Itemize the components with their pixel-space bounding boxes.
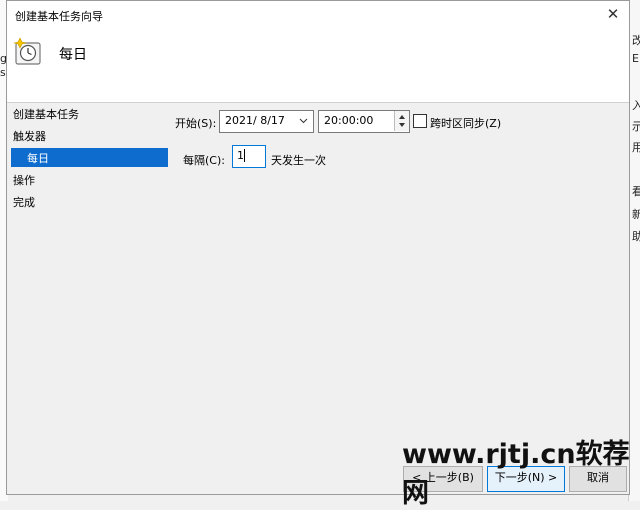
- recur-days-value: 1: [237, 149, 244, 162]
- background-char: E: [632, 52, 639, 65]
- window-title: 创建基本任务向导: [15, 10, 103, 23]
- background-char: 新: [632, 208, 640, 221]
- create-basic-task-wizard: 创建基本任务向导 ✕ 每日 创建基本任务 触发器 每日 操作 完成 开始(S):…: [6, 0, 630, 495]
- background-char: 用: [632, 141, 640, 154]
- recur-suffix-label: 天发生一次: [271, 154, 326, 167]
- chevron-down-icon: [299, 118, 308, 124]
- clock-icon: [13, 37, 41, 65]
- sync-timezone-checkbox[interactable]: [413, 114, 427, 128]
- nav-item-create-basic-task: 创建基本任务: [13, 108, 79, 121]
- start-date-picker[interactable]: 2021/ 8/17: [219, 110, 314, 133]
- page-title: 每日: [59, 47, 87, 63]
- time-spinner[interactable]: [394, 111, 409, 131]
- text-caret: [244, 149, 245, 162]
- sync-timezone-label: 跨时区同步(Z): [430, 117, 502, 130]
- recur-days-input[interactable]: 1: [232, 145, 266, 168]
- nav-item-daily-label: 每日: [27, 152, 49, 165]
- watermark: www.rjtj.cn软荐网: [402, 439, 630, 509]
- wizard-header: 每日: [7, 30, 629, 103]
- start-label: 开始(S):: [175, 117, 217, 130]
- nav-item-trigger: 触发器: [13, 130, 46, 143]
- background-char: 入: [632, 99, 640, 112]
- background-char: 看: [632, 185, 640, 198]
- close-icon: ✕: [606, 5, 620, 23]
- nav-item-finish: 完成: [13, 196, 35, 209]
- nav-item-action: 操作: [13, 174, 35, 187]
- spinner-up-icon[interactable]: [395, 111, 409, 131]
- every-label: 每隔(C):: [183, 154, 225, 167]
- start-time-value: 20:00:00: [324, 114, 374, 127]
- start-time-input[interactable]: 20:00:00: [318, 110, 410, 133]
- background-char: 改: [632, 34, 640, 47]
- title-bar: 创建基本任务向导 ✕: [7, 1, 629, 30]
- background-char: 助: [632, 230, 640, 243]
- start-date-value: 2021/ 8/17: [225, 114, 285, 127]
- nav-item-daily: 每日: [11, 148, 168, 167]
- background-char: 示: [632, 120, 640, 133]
- close-button[interactable]: ✕: [601, 3, 625, 25]
- background-char: s: [0, 66, 6, 79]
